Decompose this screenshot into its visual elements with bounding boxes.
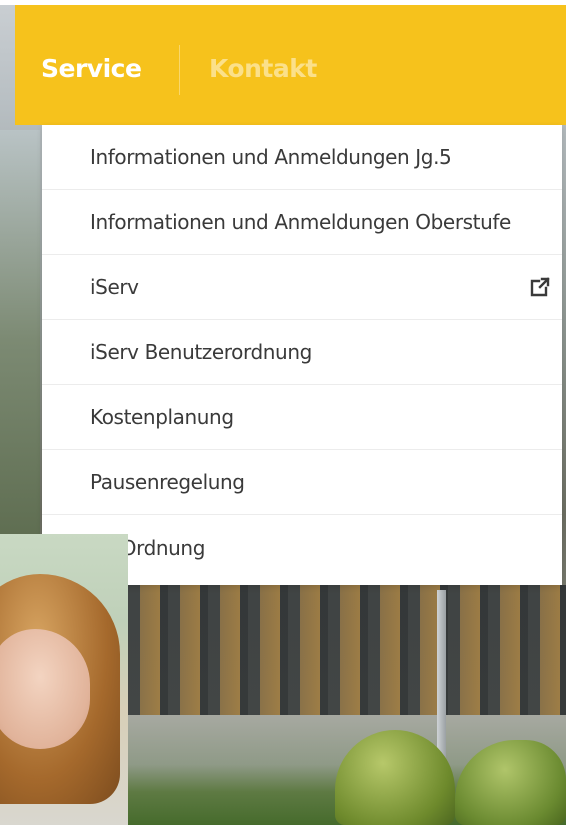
menu-item-label: Informationen und Anmeldungen Jg.5: [90, 145, 452, 169]
menu-item-label: Informationen und Anmeldungen Oberstufe: [90, 210, 511, 234]
menu-item-anmeldungen-jg5[interactable]: Informationen und Anmeldungen Jg.5: [42, 125, 562, 190]
building-windows: [128, 585, 566, 715]
portrait-face: [0, 629, 90, 749]
nav-item-kontakt[interactable]: Kontakt: [209, 54, 317, 83]
student-portrait-image: [0, 534, 128, 825]
main-navigation: Service Kontakt: [15, 5, 566, 125]
menu-item-iserv[interactable]: iServ: [42, 255, 562, 320]
menu-item-label: Kostenplanung: [90, 405, 234, 429]
menu-item-label: iServ: [90, 275, 139, 299]
menu-item-iserv-benutzerordnung[interactable]: iServ Benutzerordnung: [42, 320, 562, 385]
menu-item-label: iServ Benutzerordnung: [90, 340, 312, 364]
menu-item-label: Pausenregelung: [90, 470, 245, 494]
background-photo-edge: [0, 130, 40, 550]
nav-item-service[interactable]: Service: [41, 54, 142, 83]
lamp-pole: [437, 590, 446, 760]
menu-item-anmeldungen-oberstufe[interactable]: Informationen und Anmeldungen Oberstufe: [42, 190, 562, 255]
menu-item-pausenregelung[interactable]: Pausenregelung: [42, 450, 562, 515]
menu-item-kostenplanung[interactable]: Kostenplanung: [42, 385, 562, 450]
nav-divider: [179, 45, 180, 95]
service-dropdown-menu: Informationen und Anmeldungen Jg.5 Infor…: [42, 125, 562, 585]
external-link-icon: [530, 277, 550, 297]
